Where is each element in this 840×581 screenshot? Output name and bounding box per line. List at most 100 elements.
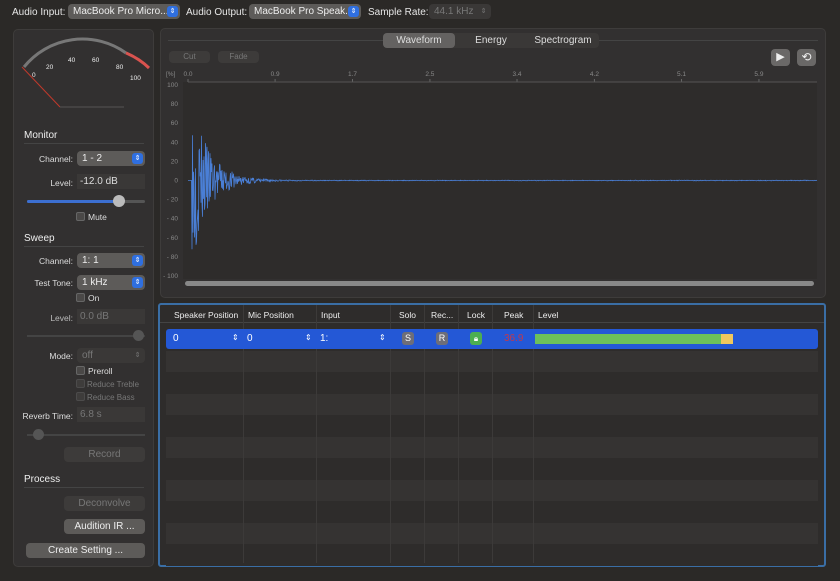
mode-value: off	[82, 350, 93, 361]
reduce-treble-checkbox[interactable]	[76, 379, 85, 388]
record-arm-button[interactable]: R	[436, 332, 448, 345]
process-title: Process	[24, 474, 144, 488]
chevron-updown-icon: ⇕	[232, 333, 239, 342]
chevron-updown-icon: ⇕	[480, 8, 487, 15]
reverb-time-field[interactable]: 6.8 s	[77, 407, 145, 422]
slider-knob[interactable]	[113, 195, 125, 207]
y-tick-label: - 100	[163, 273, 178, 280]
sweep-level-field[interactable]: 0.0 dB	[77, 309, 145, 324]
on-checkbox[interactable]	[76, 293, 85, 302]
mute-label: Mute	[88, 212, 107, 222]
reverb-time-slider[interactable]	[27, 429, 145, 440]
monitor-level-field[interactable]: -12.0 dB	[77, 174, 145, 189]
sweep-level-slider[interactable]	[27, 330, 145, 341]
sweep-channel-select[interactable]: 1: 1 ⇕	[77, 253, 145, 268]
meter-tick: 80	[116, 64, 124, 71]
audition-ir-button[interactable]: Audition IR ...	[64, 519, 145, 534]
reduce-bass-checkbox[interactable]	[76, 392, 85, 401]
audio-input-select[interactable]: MacBook Pro Micro... ⇕	[68, 4, 180, 19]
deconvolve-button[interactable]: Deconvolve	[64, 496, 145, 511]
column-header-lock[interactable]: Lock	[467, 310, 485, 320]
monitor-channel-select[interactable]: 1 - 2 ⇕	[77, 151, 145, 166]
y-tick-label: 40	[171, 139, 179, 146]
tab-waveform[interactable]: Waveform	[383, 33, 455, 48]
x-tick-label: 0.0	[183, 71, 192, 78]
x-tick-label: 4.2	[590, 71, 599, 78]
y-tick-label: 60	[171, 120, 179, 127]
lock-icon[interactable]: 🔒︎	[470, 332, 482, 345]
test-tone-value: 1 kHz	[82, 277, 108, 288]
slider-fill	[27, 200, 120, 203]
create-setting-button[interactable]: Create Setting ...	[26, 543, 145, 558]
input-value[interactable]: 1:	[320, 333, 328, 344]
test-tone-label: Test Tone:	[34, 278, 73, 288]
speaker-position-value[interactable]: 0	[173, 333, 179, 344]
meter-tick: 100	[130, 75, 141, 82]
audio-output-label: Audio Output:	[186, 7, 248, 18]
column-header-level[interactable]: Level	[538, 310, 558, 320]
monitor-level-slider[interactable]	[27, 195, 145, 207]
chevron-updown-icon: ⇕	[132, 255, 143, 266]
preroll-checkbox[interactable]	[76, 366, 85, 375]
sample-rate-select[interactable]: 44.1 kHz ⇕	[429, 4, 491, 19]
horizontal-scrollbar[interactable]	[185, 281, 814, 286]
meter-tick: 20	[46, 64, 54, 71]
test-tone-select[interactable]: 1 kHz ⇕	[77, 275, 145, 290]
audio-output-value: MacBook Pro Speak...	[254, 6, 354, 17]
fade-button[interactable]: Fade	[218, 51, 259, 63]
mute-checkbox[interactable]	[76, 212, 85, 221]
meter-needle	[21, 66, 61, 108]
on-label: On	[88, 293, 100, 303]
chevron-updown-icon: ⇕	[305, 333, 312, 342]
chevron-updown-icon: ⇕	[379, 333, 386, 342]
x-tick-label: 2.5	[425, 71, 434, 78]
reduce-treble-label: Reduce Treble	[87, 380, 140, 389]
reduce-bass-label: Reduce Bass	[87, 393, 135, 402]
monitor-channel-value: 1 - 2	[82, 153, 103, 164]
tab-spectrogram[interactable]: Spectrogram	[527, 33, 599, 48]
y-tick-label: 100	[167, 82, 178, 89]
play-icon[interactable]: ▶	[771, 49, 790, 66]
column-header-speaker-position[interactable]: Speaker Position	[174, 310, 238, 320]
y-tick-label: - 80	[167, 254, 179, 261]
audio-output-select[interactable]: MacBook Pro Speak... ⇕	[249, 4, 361, 19]
reverb-time-label: Reverb Time:	[22, 411, 73, 421]
monitor-level-label: Level:	[50, 178, 73, 188]
monitor-channel-label: Channel:	[38, 154, 73, 164]
column-header-mic-position[interactable]: Mic Position	[248, 310, 294, 320]
waveform-chart: [%] 100 80 60 40 20 0 - 20 - 40 - 60 - 80 - 100 0.0 0…	[163, 71, 818, 286]
mic-position-value[interactable]: 0	[247, 333, 253, 344]
loop-icon[interactable]: ⟲	[797, 49, 816, 66]
chevron-updown-icon: ⇕	[134, 352, 141, 359]
tab-energy[interactable]: Energy	[455, 33, 527, 48]
column-header-solo[interactable]: Solo	[399, 310, 416, 320]
preroll-label: Preroll	[88, 366, 113, 376]
y-tick-label: 80	[171, 101, 179, 108]
sweep-level-label: Level:	[50, 313, 73, 323]
meter-tick: 60	[92, 57, 100, 64]
level-bar-peak	[721, 334, 733, 344]
monitor-title: Monitor	[24, 130, 144, 144]
audio-input-value: MacBook Pro Micro...	[73, 6, 169, 17]
solo-button[interactable]: S	[402, 332, 414, 345]
column-header-rec[interactable]: Rec...	[431, 310, 453, 320]
column-header-input[interactable]: Input	[321, 310, 340, 320]
sample-rate-label: Sample Rate:	[368, 7, 429, 18]
slider-knob[interactable]	[33, 429, 44, 440]
meter-tick: 0	[32, 72, 36, 79]
x-tick-label: 0.9	[271, 71, 280, 78]
column-header-peak[interactable]: Peak	[504, 310, 523, 320]
mode-select[interactable]: off ⇕	[77, 348, 145, 363]
record-button[interactable]: Record	[64, 447, 145, 462]
sample-rate-value: 44.1 kHz	[434, 6, 474, 17]
cut-button[interactable]: Cut	[169, 51, 210, 63]
y-tick-label: - 60	[167, 235, 179, 242]
y-tick-label: - 40	[167, 216, 179, 223]
table-row[interactable]: 0 ⇕ 0 ⇕ 1: ⇕ S R 🔒︎ 36.9	[166, 329, 818, 349]
slider-knob[interactable]	[133, 330, 144, 341]
x-tick-label: 1.7	[348, 71, 357, 78]
sweep-channel-value: 1: 1	[82, 255, 99, 266]
view-tabs: Waveform Energy Spectrogram	[383, 33, 599, 48]
y-tick-label: 0	[174, 178, 178, 185]
level-meter: 0 20 40 60 80 100	[21, 37, 151, 108]
